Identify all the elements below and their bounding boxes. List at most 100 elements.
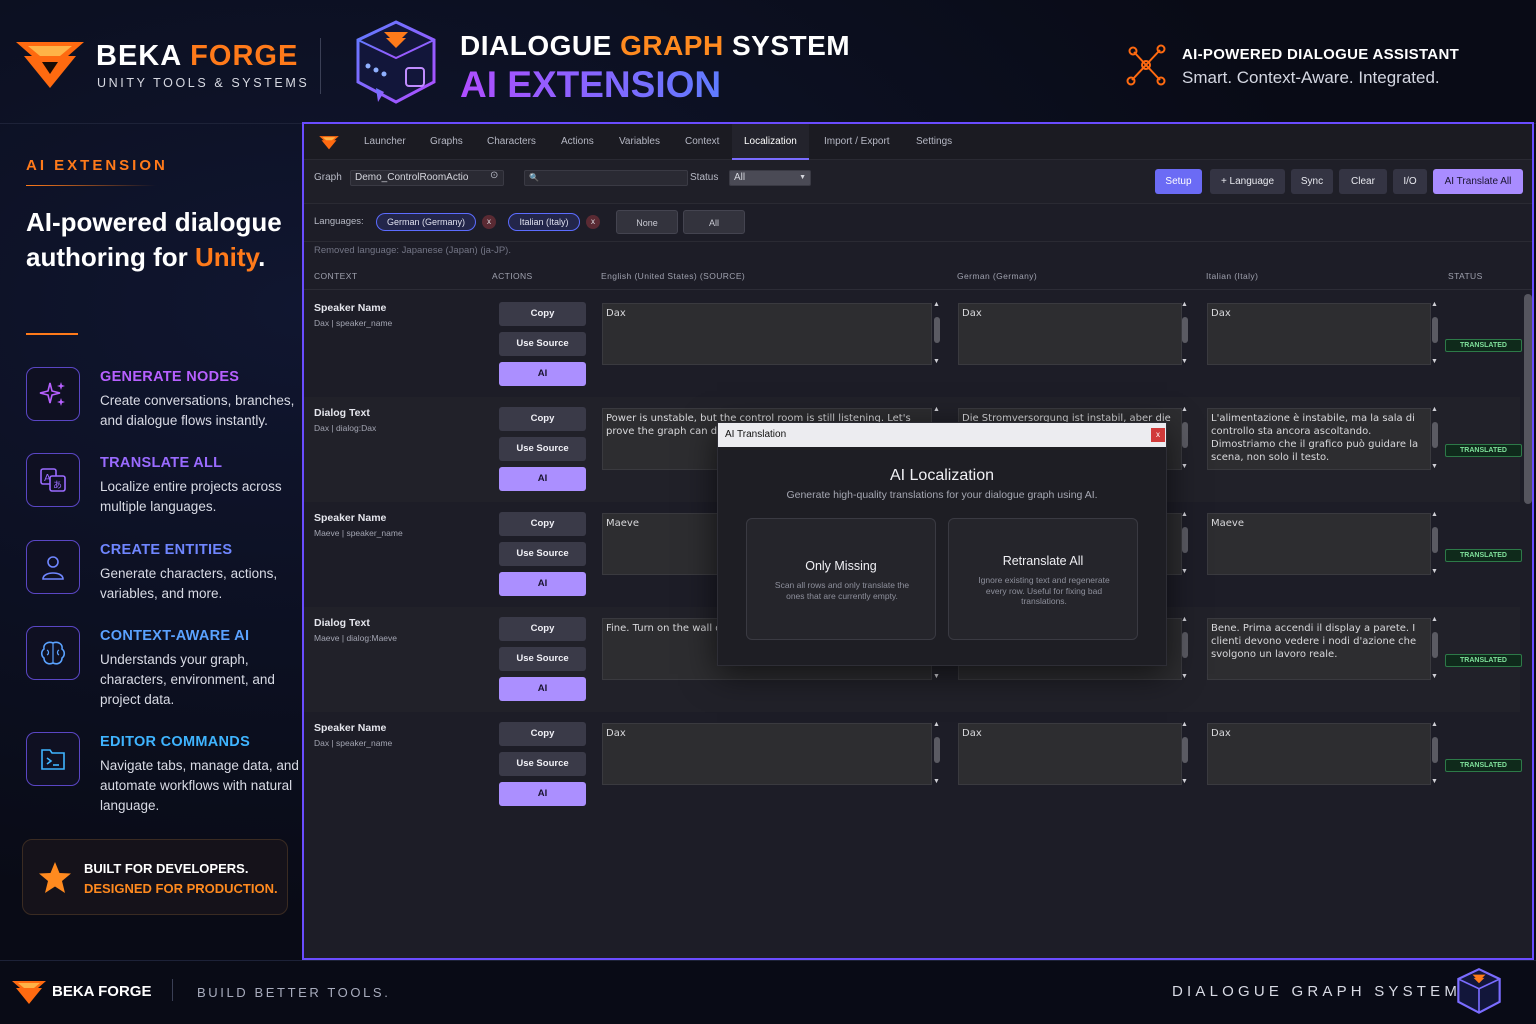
select-none-button[interactable]: None (616, 210, 678, 234)
translation-field-en[interactable]: Dax (602, 303, 932, 365)
scroll-down-icon[interactable]: ▼ (933, 358, 940, 365)
only-missing-option[interactable]: Only Missing Scan all rows and only tran… (746, 518, 936, 640)
translation-field-de[interactable]: Dax (958, 723, 1182, 785)
field-scrollbar[interactable]: ▲▼ (1430, 616, 1440, 680)
scroll-down-icon[interactable]: ▼ (1431, 463, 1438, 470)
scroll-thumb[interactable] (1432, 422, 1438, 448)
scroll-down-icon[interactable]: ▼ (1181, 358, 1188, 365)
tab-context[interactable]: Context (675, 124, 729, 160)
scroll-up-icon[interactable]: ▲ (1431, 511, 1438, 518)
tab-variables[interactable]: Variables (609, 124, 670, 160)
use-source-button[interactable]: Use Source (499, 437, 586, 461)
translation-field-it[interactable]: Dax (1207, 303, 1431, 365)
remove-italian-button[interactable]: x (586, 215, 600, 229)
ai-button[interactable]: AI (499, 362, 586, 386)
scroll-thumb[interactable] (1432, 317, 1438, 343)
graph-field[interactable]: Demo_ControlRoomActio (350, 170, 504, 186)
copy-button[interactable]: Copy (499, 512, 586, 536)
copy-button[interactable]: Copy (499, 617, 586, 641)
copy-button[interactable]: Copy (499, 302, 586, 326)
scroll-thumb[interactable] (1432, 632, 1438, 658)
scroll-down-icon[interactable]: ▼ (933, 673, 940, 680)
field-scrollbar[interactable]: ▲▼ (932, 301, 942, 365)
scroll-thumb[interactable] (1182, 737, 1188, 763)
scroll-up-icon[interactable]: ▲ (1181, 406, 1188, 413)
ai-button[interactable]: AI (499, 677, 586, 701)
target-icon[interactable]: ⊙ (490, 170, 498, 181)
scroll-up-icon[interactable]: ▲ (933, 301, 940, 308)
select-all-button[interactable]: All (683, 210, 745, 234)
scroll-thumb[interactable] (934, 317, 940, 343)
scroll-up-icon[interactable]: ▲ (933, 406, 940, 413)
field-scrollbar[interactable]: ▲▼ (1430, 511, 1440, 575)
ai-button[interactable]: AI (499, 467, 586, 491)
use-source-button[interactable]: Use Source (499, 332, 586, 356)
remove-german-button[interactable]: x (482, 215, 496, 229)
translation-field-de[interactable]: Dax (958, 303, 1182, 365)
scroll-down-icon[interactable]: ▼ (1431, 358, 1438, 365)
tab-import-export[interactable]: Import / Export (814, 124, 900, 160)
use-source-button[interactable]: Use Source (499, 647, 586, 671)
add-language-button[interactable]: + Language (1210, 169, 1285, 194)
use-source-button[interactable]: Use Source (499, 542, 586, 566)
copy-button[interactable]: Copy (499, 722, 586, 746)
scroll-down-icon[interactable]: ▼ (1181, 568, 1188, 575)
scroll-thumb[interactable] (1182, 317, 1188, 343)
use-source-button[interactable]: Use Source (499, 752, 586, 776)
scroll-up-icon[interactable]: ▲ (1181, 616, 1188, 623)
tab-actions[interactable]: Actions (551, 124, 604, 160)
translation-field-it[interactable]: Maeve (1207, 513, 1431, 575)
scroll-up-icon[interactable]: ▲ (1181, 301, 1188, 308)
scroll-down-icon[interactable]: ▼ (1181, 778, 1188, 785)
scroll-up-icon[interactable]: ▲ (1181, 721, 1188, 728)
status-dropdown[interactable]: All ▼ (729, 170, 811, 186)
table-scrollbar[interactable] (1524, 294, 1532, 504)
translation-field-it[interactable]: Bene. Prima accendi il display a parete.… (1207, 618, 1431, 680)
field-scrollbar[interactable]: ▲▼ (1180, 406, 1190, 470)
io-button[interactable]: I/O (1393, 169, 1427, 194)
scroll-down-icon[interactable]: ▼ (1181, 673, 1188, 680)
scroll-thumb[interactable] (934, 737, 940, 763)
retranslate-all-option[interactable]: Retranslate All Ignore existing text and… (948, 518, 1138, 640)
tab-graphs[interactable]: Graphs (420, 124, 473, 160)
field-scrollbar[interactable]: ▲▼ (1180, 721, 1190, 785)
translation-field-it[interactable]: Dax (1207, 723, 1431, 785)
translation-field-it[interactable]: L'alimentazione è instabile, ma la sala … (1207, 408, 1431, 470)
field-scrollbar[interactable]: ▲▼ (1180, 511, 1190, 575)
scroll-up-icon[interactable]: ▲ (1181, 511, 1188, 518)
close-button[interactable]: x (1151, 428, 1165, 442)
scroll-down-icon[interactable]: ▼ (1431, 673, 1438, 680)
scroll-down-icon[interactable]: ▼ (933, 778, 940, 785)
scroll-up-icon[interactable]: ▲ (933, 721, 940, 728)
tab-characters[interactable]: Characters (477, 124, 546, 160)
ai-translate-all-button[interactable]: AI Translate All (1433, 169, 1523, 194)
scroll-thumb[interactable] (1432, 527, 1438, 553)
scroll-up-icon[interactable]: ▲ (1431, 616, 1438, 623)
tab-settings[interactable]: Settings (906, 124, 962, 160)
scroll-thumb[interactable] (1182, 527, 1188, 553)
scroll-thumb[interactable] (1182, 632, 1188, 658)
tab-launcher[interactable]: Launcher (354, 124, 416, 160)
language-chip-italian[interactable]: Italian (Italy) (508, 213, 580, 231)
copy-button[interactable]: Copy (499, 407, 586, 431)
field-scrollbar[interactable]: ▲▼ (1430, 301, 1440, 365)
ai-button[interactable]: AI (499, 782, 586, 806)
scroll-thumb[interactable] (1182, 422, 1188, 448)
scroll-thumb[interactable] (1432, 737, 1438, 763)
search-input[interactable]: 🔍 (524, 170, 688, 186)
scroll-down-icon[interactable]: ▼ (1431, 568, 1438, 575)
field-scrollbar[interactable]: ▲▼ (932, 721, 942, 785)
scroll-down-icon[interactable]: ▼ (1181, 463, 1188, 470)
scroll-up-icon[interactable]: ▲ (1431, 301, 1438, 308)
setup-button[interactable]: Setup (1155, 169, 1202, 194)
translation-field-en[interactable]: Dax (602, 723, 932, 785)
clear-button[interactable]: Clear (1339, 169, 1387, 194)
field-scrollbar[interactable]: ▲▼ (1180, 301, 1190, 365)
scroll-up-icon[interactable]: ▲ (1431, 406, 1438, 413)
scroll-up-icon[interactable]: ▲ (1431, 721, 1438, 728)
field-scrollbar[interactable]: ▲▼ (1180, 616, 1190, 680)
field-scrollbar[interactable]: ▲▼ (1430, 406, 1440, 470)
field-scrollbar[interactable]: ▲▼ (1430, 721, 1440, 785)
ai-button[interactable]: AI (499, 572, 586, 596)
sync-button[interactable]: Sync (1291, 169, 1333, 194)
